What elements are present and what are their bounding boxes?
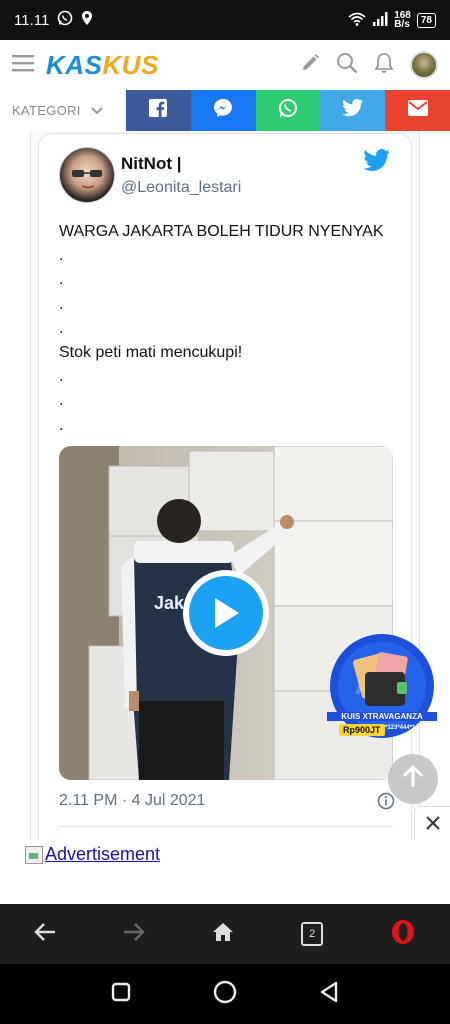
tweet-line: Stok peti mati mencukupi! (59, 343, 243, 361)
advertisement-link[interactable]: Advertisement (25, 844, 160, 865)
signal-icon (372, 11, 388, 29)
tweet-text: WARGA JAKARTA BOLEH TIDUR NYENYAK . . . … (59, 220, 399, 438)
pencil-icon[interactable] (300, 53, 320, 78)
tweet-timestamp[interactable]: 2.11 PM · 4 Jul 2021 (59, 792, 205, 810)
arrow-up-icon (402, 764, 424, 794)
vest-logo-text: Jak (154, 593, 185, 613)
promo-prize: Rp900JT (339, 724, 385, 736)
scroll-to-top-button[interactable] (388, 754, 438, 804)
share-bar: KATEGORI (0, 90, 450, 131)
facebook-icon (149, 99, 168, 122)
tweet-line: WARGA JAKARTA BOLEH TIDUR NYENYAK (59, 223, 384, 240)
tab-count: 2 (309, 928, 316, 940)
location-icon (81, 10, 93, 30)
browser-toolbar: 2 (0, 904, 450, 964)
kategori-dropdown[interactable]: KATEGORI (0, 90, 126, 131)
twitter-icon (341, 99, 364, 122)
tweet-line: . (59, 271, 64, 289)
app-header: KASKUS (0, 40, 450, 90)
tweet-divider (59, 826, 393, 827)
bell-icon[interactable] (374, 52, 394, 79)
info-icon[interactable] (377, 792, 395, 815)
whatsapp-notification-icon (57, 10, 73, 30)
advertisement-banner[interactable]: Advertisement (0, 840, 450, 904)
back-triangle-icon[interactable] (319, 981, 339, 1008)
recent-apps-icon[interactable] (111, 982, 131, 1007)
promo-code: *123*444*1# (385, 725, 419, 731)
menu-icon[interactable] (12, 54, 34, 77)
tabs-button[interactable]: 2 (301, 922, 324, 946)
tweet-line: . (59, 319, 64, 337)
home-circle-icon[interactable] (213, 980, 237, 1009)
whatsapp-share-button[interactable] (255, 90, 321, 131)
facebook-share-button[interactable] (126, 90, 191, 131)
envelope-icon (407, 100, 428, 121)
tweet-author-handle[interactable]: @Leonita_lestari (121, 179, 241, 197)
back-arrow-icon[interactable] (33, 922, 56, 947)
email-share-button[interactable] (385, 90, 450, 131)
battery-indicator: 78 (416, 12, 436, 28)
network-speed: 168 B/s (394, 10, 411, 30)
play-icon (189, 576, 263, 650)
status-time: 11.11 (14, 11, 50, 29)
close-icon (425, 816, 440, 835)
tweet-line: . (59, 368, 64, 386)
home-icon[interactable] (212, 922, 234, 947)
promo-badge[interactable]: KUIS XTRAVAGANZA Rp900JT *123*444*1# (327, 634, 437, 746)
status-bar: 11.11 168 B/s 78 (0, 0, 450, 40)
opera-menu-icon[interactable] (390, 919, 416, 950)
close-ad-button[interactable] (414, 806, 450, 844)
twitter-share-button[interactable] (320, 90, 386, 131)
tweet-line: . (59, 416, 64, 434)
wifi-icon (348, 12, 366, 29)
user-avatar[interactable] (410, 51, 438, 79)
whatsapp-icon (278, 98, 298, 123)
tweet-author-avatar[interactable] (59, 147, 115, 203)
video-play-button[interactable] (183, 570, 269, 656)
content-area[interactable]: NitNot | @Leonita_lestari WARGA JAKARTA … (0, 131, 450, 840)
messenger-icon (213, 98, 233, 123)
system-navigation-bar (0, 964, 450, 1024)
twitter-logo-icon[interactable] (363, 149, 391, 177)
advertisement-label: Advertisement (45, 844, 161, 864)
tweet-line: . (59, 392, 64, 410)
search-icon[interactable] (336, 52, 358, 79)
chevron-down-icon (90, 103, 103, 118)
broken-image-icon (25, 845, 43, 864)
kategori-label: KATEGORI (12, 103, 81, 118)
tweet-line: . (59, 247, 64, 265)
forward-arrow-icon[interactable] (123, 922, 145, 947)
tweet-line: . (59, 295, 64, 313)
messenger-share-button[interactable] (190, 90, 256, 131)
tweet-author-name[interactable]: NitNot | (121, 154, 181, 174)
promo-title: KUIS XTRAVAGANZA (327, 712, 437, 721)
kaskus-logo[interactable]: KASKUS (46, 50, 159, 81)
